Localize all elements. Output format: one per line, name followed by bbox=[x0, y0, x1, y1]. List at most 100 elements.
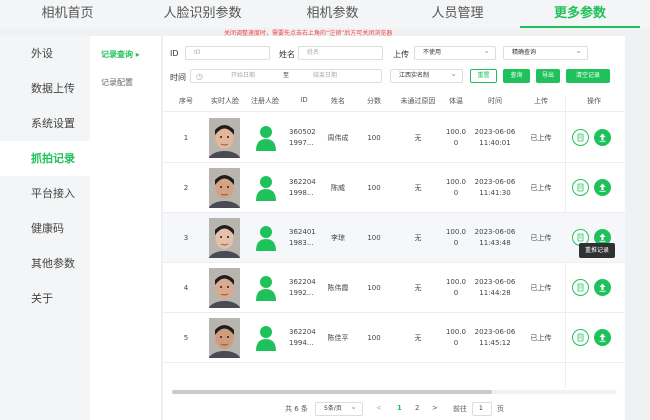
tab-more-params[interactable]: 更多参数 bbox=[520, 0, 640, 28]
person-silhouette-icon bbox=[255, 175, 277, 205]
live-face-photo[interactable] bbox=[209, 118, 240, 158]
detail-button[interactable] bbox=[572, 279, 589, 296]
detail-button[interactable] bbox=[572, 329, 589, 346]
horizontal-scrollbar[interactable] bbox=[172, 390, 617, 394]
end-date-input[interactable]: 结束日期 bbox=[313, 70, 337, 82]
export-button[interactable]: 导出 bbox=[536, 69, 560, 83]
cell-date: 2023-06-06 bbox=[474, 228, 516, 236]
detail-button[interactable] bbox=[572, 179, 589, 196]
upload-select[interactable]: 不使用 bbox=[414, 46, 496, 60]
re-push-record-button[interactable] bbox=[594, 279, 611, 296]
start-date-input[interactable]: 开始日期 bbox=[231, 70, 255, 82]
tab-camera-home[interactable]: 相机首页 bbox=[0, 0, 135, 28]
re-push-record-button[interactable] bbox=[594, 329, 611, 346]
cell-temperature-line2: 0 bbox=[453, 289, 459, 297]
date-range-picker[interactable]: ◷ 开始日期 至 结束日期 bbox=[190, 69, 382, 83]
person-silhouette-icon bbox=[255, 225, 277, 255]
cell-id-line1: 362204 bbox=[289, 178, 316, 186]
cell-id: 362401 1983... bbox=[289, 227, 319, 249]
cell-id: 362204 1992... bbox=[289, 277, 319, 299]
goto-label: 前往 bbox=[453, 405, 467, 413]
sidebar-item-peripherals[interactable]: 外设 bbox=[0, 36, 90, 71]
reset-button[interactable]: 重置 bbox=[470, 69, 497, 83]
cell-no: 5 bbox=[183, 334, 189, 342]
sidebar-item-capture-records[interactable]: 抓拍记录 bbox=[0, 141, 90, 176]
upload-arrow-icon bbox=[599, 333, 606, 342]
cell-clock: 11:40:01 bbox=[479, 139, 511, 147]
cell-id-line1: 362204 bbox=[289, 328, 316, 336]
tab-face-recognition-params[interactable]: 人脸识别参数 bbox=[135, 0, 270, 28]
live-face-photo[interactable] bbox=[209, 318, 240, 358]
tooltip: 重推记录 bbox=[579, 243, 615, 258]
sidebar-item-other-params[interactable]: 其他参数 bbox=[0, 246, 90, 281]
cell-temperature-line1: 100.0 bbox=[445, 128, 467, 136]
col-header-live-face: 实时人脸 bbox=[211, 97, 239, 105]
live-face-photo[interactable] bbox=[209, 268, 240, 308]
col-header-time: 时间 bbox=[488, 97, 502, 105]
cell-name: 陈佳平 bbox=[327, 334, 349, 342]
page-2-button[interactable]: 2 bbox=[415, 404, 419, 412]
cell-no: 4 bbox=[183, 284, 189, 292]
cell-temperature: 100.0 0 bbox=[441, 277, 471, 299]
page-1-button[interactable]: 1 bbox=[397, 404, 402, 412]
cell-name: 李琼 bbox=[331, 234, 345, 242]
cell-date: 2023-06-06 bbox=[474, 328, 516, 336]
cell-temperature-line2: 0 bbox=[453, 189, 459, 197]
sidebar-item-system-settings[interactable]: 系统设置 bbox=[0, 106, 90, 141]
sidebar-item-platform-access[interactable]: 平台接入 bbox=[0, 176, 90, 211]
region-select[interactable]: 江西实名制 bbox=[390, 69, 463, 83]
clear-records-button[interactable]: 清空记录 bbox=[566, 69, 610, 83]
cell-time: 2023-06-06 11:45:12 bbox=[473, 327, 517, 349]
cell-time: 2023-06-06 11:40:01 bbox=[473, 127, 517, 149]
id-input[interactable]: ID bbox=[185, 46, 270, 60]
person-silhouette-icon bbox=[255, 125, 277, 155]
live-face-photo[interactable] bbox=[209, 218, 240, 258]
person-silhouette-icon bbox=[255, 325, 277, 355]
sidebar-item-health-code[interactable]: 健康码 bbox=[0, 211, 90, 246]
re-push-record-button[interactable] bbox=[594, 129, 611, 146]
re-push-record-button[interactable] bbox=[594, 179, 611, 196]
cell-fail-reason: 无 bbox=[414, 234, 422, 242]
col-header-temperature: 体温 bbox=[449, 97, 463, 105]
tab-camera-params[interactable]: 相机参数 bbox=[270, 0, 395, 28]
left-nav: 外设 数据上传 系统设置 抓拍记录 平台接入 健康码 其他参数 关于 bbox=[0, 36, 90, 420]
live-face-photo[interactable] bbox=[209, 168, 240, 208]
cell-time: 2023-06-06 11:43:48 bbox=[473, 227, 517, 249]
cell-id-line1: 360502 bbox=[289, 128, 316, 136]
scrollbar-thumb[interactable] bbox=[172, 390, 492, 394]
tab-personnel-management[interactable]: 人员管理 bbox=[395, 0, 520, 28]
document-icon bbox=[577, 283, 584, 292]
sub-nav: 记录查询 ▸ 记录配置 bbox=[90, 36, 162, 420]
detail-button[interactable] bbox=[572, 129, 589, 146]
cell-temperature-line1: 100.0 bbox=[445, 328, 467, 336]
name-input[interactable]: 姓名 bbox=[298, 46, 383, 60]
query-button[interactable]: 查询 bbox=[503, 69, 530, 83]
cell-temperature-line1: 100.0 bbox=[445, 178, 467, 186]
prev-page-button[interactable]: < bbox=[376, 404, 382, 412]
upload-arrow-icon bbox=[599, 133, 606, 142]
page-size-select[interactable]: 5条/页 bbox=[315, 402, 363, 416]
match-mode-select[interactable]: 精确查询 bbox=[503, 46, 588, 60]
name-label: 姓名 bbox=[279, 50, 295, 59]
sidebar-item-about[interactable]: 关于 bbox=[0, 281, 90, 316]
subnav-item-record-query[interactable]: 记录查询 ▸ bbox=[90, 41, 161, 69]
subnav-item-record-config[interactable]: 记录配置 bbox=[90, 69, 161, 97]
cell-temperature-line2: 0 bbox=[453, 239, 459, 247]
cell-fail-reason: 无 bbox=[414, 184, 422, 192]
time-label: 时间 bbox=[170, 73, 186, 82]
cell-id: 360502 1997... bbox=[289, 127, 319, 149]
col-header-score: 分数 bbox=[367, 97, 381, 105]
cell-score: 100 bbox=[367, 284, 381, 292]
cell-temperature: 100.0 0 bbox=[441, 227, 471, 249]
cell-temperature: 100.0 0 bbox=[441, 177, 471, 199]
cell-clock: 11:41:30 bbox=[479, 189, 511, 197]
cell-id: 362204 1998... bbox=[289, 177, 319, 199]
sidebar-item-data-upload[interactable]: 数据上传 bbox=[0, 71, 90, 106]
cell-date: 2023-06-06 bbox=[474, 178, 516, 186]
cell-no: 3 bbox=[183, 234, 189, 242]
goto-page-input[interactable]: 1 bbox=[472, 402, 492, 416]
cell-date: 2023-06-06 bbox=[474, 128, 516, 136]
cell-id-line2: 1997... bbox=[289, 139, 314, 147]
table-row: 5 362204 1994... 陈佳平 100 无 100.0 0 2023-06-06 11:… bbox=[163, 313, 625, 363]
next-page-button[interactable]: > bbox=[432, 404, 438, 412]
